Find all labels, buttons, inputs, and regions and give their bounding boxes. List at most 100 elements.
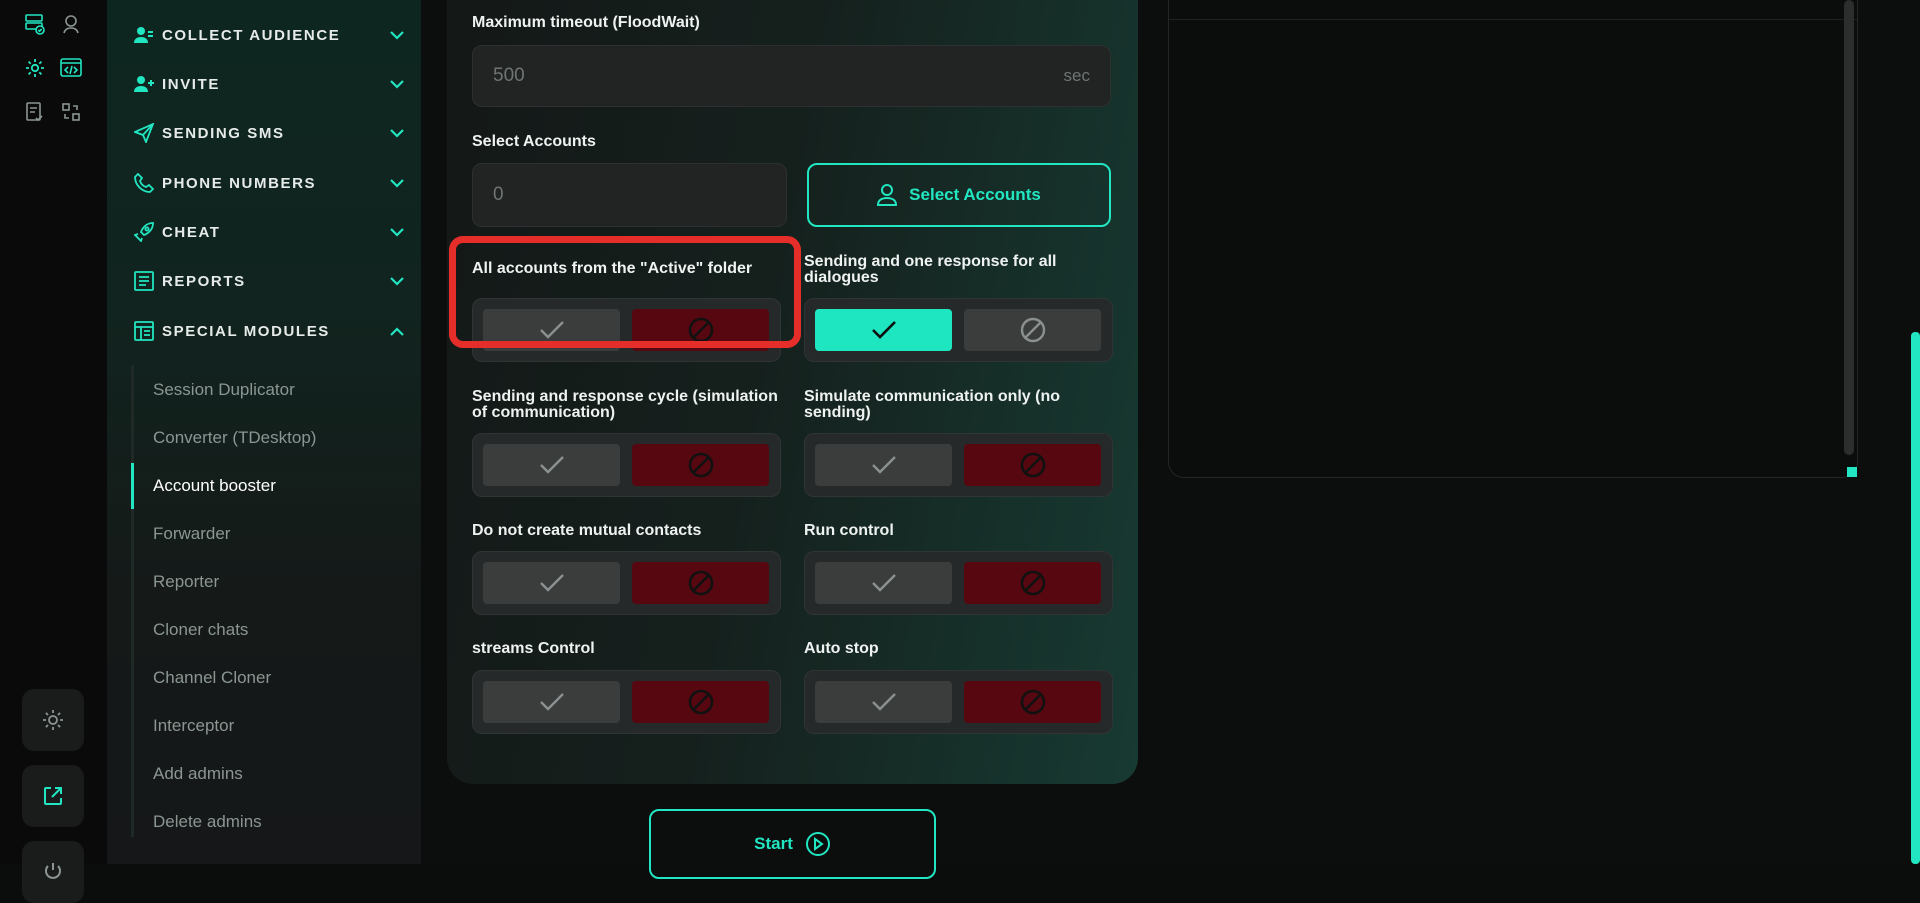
toggle-on-button[interactable] [483,309,620,351]
toggle-label-response-cycle: Sending and response cycle (simulation o… [472,388,778,421]
toggle-simulate-only [804,433,1113,497]
toggle-off-button[interactable] [964,562,1101,604]
ban-icon [688,317,713,343]
nav-label: COLLECT AUDIENCE [162,26,341,44]
ban-icon [1020,570,1045,596]
log-output-box[interactable] [1168,0,1858,478]
icon-rail [0,0,107,903]
check-icon [871,693,896,711]
toggle-off-button[interactable] [632,444,769,486]
database-check-icon[interactable] [23,12,47,36]
sub-item-cloner-chats[interactable]: Cloner chats [153,620,248,640]
sub-item-interceptor[interactable]: Interceptor [153,716,234,736]
sub-item-reporter[interactable]: Reporter [153,572,219,592]
toggle-one-response [804,298,1113,362]
toggle-on-button[interactable] [483,681,620,723]
nav-special-modules[interactable]: SPECIAL MODULES [132,316,407,346]
users-icon [132,23,156,47]
settings-button[interactable] [22,689,84,751]
start-button[interactable]: Start [649,809,936,879]
check-icon [871,574,896,592]
log-scrollbar[interactable] [1844,0,1854,455]
resize-handle[interactable] [1847,467,1857,477]
sub-item-add-admins[interactable]: Add admins [153,764,243,784]
gear-icon[interactable] [23,56,47,80]
nav-label: INVITE [162,75,220,93]
nav-label: CHEAT [162,223,221,241]
nav-invite[interactable]: INVITE [132,69,407,99]
chevron-down-icon [387,25,407,45]
check-icon [539,321,564,339]
toggle-off-button[interactable] [632,562,769,604]
chevron-down-icon [387,123,407,143]
nav-cheat[interactable]: CHEAT [132,217,407,247]
sub-item-session-duplicator[interactable]: Session Duplicator [153,380,295,400]
nav-reports[interactable]: REPORTS [132,266,407,296]
chevron-down-icon [387,271,407,291]
select-accounts-label: Select Accounts [909,185,1041,204]
toggle-label-mutual-contacts: Do not create mutual contacts [472,522,702,539]
toggle-off-button[interactable] [632,309,769,351]
toggle-off-button[interactable] [964,681,1101,723]
nav-label: SENDING SMS [162,124,285,142]
paper-plane-icon [132,121,156,145]
power-button[interactable] [22,841,84,903]
toggle-response-cycle [472,433,781,497]
check-icon [539,456,564,474]
toggle-streams-control [472,670,781,734]
sub-item-forwarder[interactable]: Forwarder [153,524,230,544]
timeout-label: Maximum timeout (FloodWait) [472,14,700,31]
user-icon [877,184,898,206]
settings-gear-icon [43,710,63,730]
toggle-label-simulate-only: Simulate communication only (no sending) [804,388,1061,421]
chevron-down-icon [387,173,407,193]
user-plus-icon [132,72,156,96]
toggle-on-button[interactable] [815,444,952,486]
accounts-label: Select Accounts [472,133,596,150]
nav-collect-audience[interactable]: COLLECT AUDIENCE [132,20,407,50]
sub-item-delete-admins[interactable]: Delete admins [153,812,262,832]
ban-icon [688,452,713,478]
timeout-value: 500 [493,65,525,86]
check-icon [539,574,564,592]
swap-icon[interactable] [59,100,83,124]
phone-icon [132,171,156,195]
toggle-on-button[interactable] [483,444,620,486]
checklist-icon[interactable] [23,100,47,124]
accounts-count-value: 0 [493,184,504,205]
play-circle-icon [805,832,830,856]
timeout-input[interactable]: 500 sec [472,45,1111,107]
open-external-button[interactable] [22,765,84,827]
sub-item-account-booster[interactable]: Account booster [153,476,276,496]
code-window-icon[interactable] [59,56,83,80]
ban-icon [1020,689,1045,715]
log-toolbar [1169,0,1857,20]
toggle-auto-stop [804,670,1113,734]
power-icon [45,863,61,879]
toggle-on-button[interactable] [815,562,952,604]
nav-label: PHONE NUMBERS [162,174,317,192]
submenu-active-indicator [131,463,134,509]
toggle-on-button[interactable] [483,562,620,604]
toggle-active-folder [472,298,781,362]
toggle-on-button[interactable] [815,309,952,351]
ban-icon [1020,452,1045,478]
sub-item-converter[interactable]: Converter (TDesktop) [153,428,316,448]
toggle-label-run-control: Run control [804,522,894,539]
toggle-label-active-folder: All accounts from the "Active" folder [472,260,753,277]
toggle-off-button[interactable] [964,309,1101,351]
nav-sending-sms[interactable]: SENDING SMS [132,118,407,148]
sub-item-channel-cloner[interactable]: Channel Cloner [153,668,271,688]
page-scrollbar[interactable] [1911,332,1920,864]
toggle-off-button[interactable] [632,681,769,723]
user-badge-icon[interactable] [59,12,83,36]
chevron-up-icon [387,321,407,341]
toggle-mutual-contacts [472,551,781,615]
toggle-off-button[interactable] [964,444,1101,486]
accounts-count-input[interactable]: 0 [472,163,787,227]
toggle-on-button[interactable] [815,681,952,723]
modules-icon [132,319,156,343]
nav-phone-numbers[interactable]: PHONE NUMBERS [132,168,407,198]
toggle-label-streams-control: streams Control [472,640,595,657]
select-accounts-button[interactable]: Select Accounts [807,163,1111,227]
